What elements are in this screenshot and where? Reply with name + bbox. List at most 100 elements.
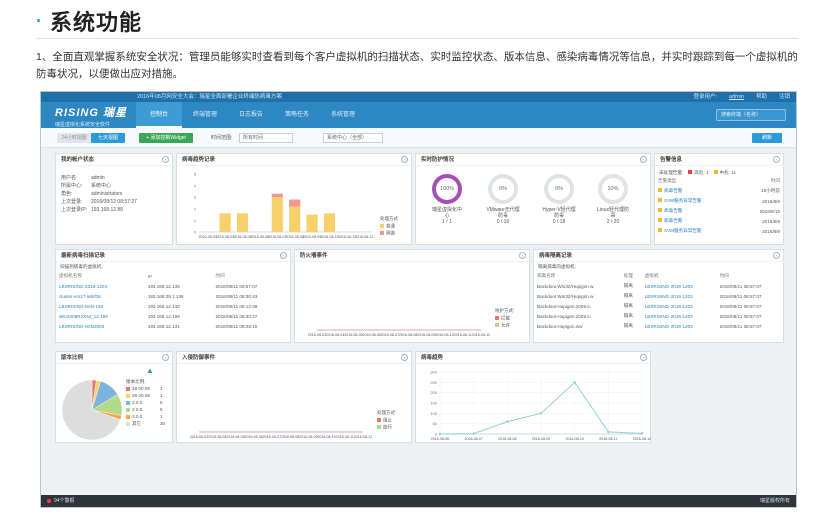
scan-row[interactable]: LBSRISING-WIN2003 193.168.12.131 2016/08/1… bbox=[56, 321, 290, 331]
account-panel: 我的帐户状态 × 用户名: admin 所属中心: 系统中心 角色: administr… bbox=[55, 153, 173, 245]
x-tick-label: 2016-08-03 bbox=[308, 333, 326, 337]
alert-type[interactable]: 病毒告警 bbox=[655, 216, 738, 226]
tab-policy[interactable]: 策略任务 bbox=[274, 102, 320, 128]
app-screenshot: 2016年08月网安全大会：瑞星全面部署企业终端防病毒方案 登录用户: admi… bbox=[40, 91, 797, 508]
account-key: 所属中心: bbox=[61, 183, 83, 189]
data-point bbox=[472, 432, 475, 435]
quarantine-row[interactable]: Backdoor.Hupigon.2009.ic 隔离 LBSRISING-2016… bbox=[534, 311, 783, 321]
alert-type-text: 病毒告警 bbox=[664, 188, 683, 193]
day-view-button[interactable]: 24小时视图 bbox=[57, 133, 91, 143]
virus-trend-chart: 0123452016-08-03 2016-08-04 2016-08-05 2016… bbox=[194, 172, 399, 240]
alerts-row[interactable]: SVM服务异常告警 2016/8/9 bbox=[655, 196, 783, 206]
scan-time: 2016/08/11 08:57:07 bbox=[215, 283, 258, 289]
close-icon[interactable]: × bbox=[401, 156, 408, 163]
alert-type[interactable]: SVM服务异常告警 bbox=[655, 196, 738, 206]
monitor-value: 2 / 20 bbox=[606, 219, 620, 225]
scan-vm-name[interactable]: LBSRISING-WIN-160 bbox=[56, 301, 145, 311]
legend-count: 1 bbox=[160, 393, 163, 398]
scan-row[interactable]: cluster-vm17-a85f36 193.168.29.1.136 2016/… bbox=[56, 291, 290, 301]
login-user-link[interactable]: admin bbox=[729, 92, 744, 102]
progress-ring: 0% bbox=[544, 174, 574, 204]
quarantine-row[interactable]: Backdoor.Win32/Hupigon.w 隔离 LBSRISING-2016… bbox=[534, 281, 783, 291]
x-tick-label: 2016-08-09 bbox=[303, 235, 321, 239]
x-tick-label: 2016-08-12 bbox=[355, 235, 373, 239]
events-chart: 2016-08-03 2016-08-04 2016-08-05 2016-08-06… bbox=[308, 307, 514, 337]
x-tick-label: 2016-08-06 bbox=[251, 235, 269, 239]
close-icon[interactable]: × bbox=[640, 156, 647, 163]
console-toolbar: 24小时视图 七天视图 + 添加控制Widget 时间范围: 所有时间 系统中心… bbox=[41, 128, 796, 148]
bak-vm[interactable]: LBSRISING-2016-1203 bbox=[642, 311, 717, 321]
scan-row[interactable]: LBSRISING-WIN-160 193.168.12.140 2016/08/1… bbox=[56, 301, 290, 311]
alerts-row[interactable]: SVM服务异常告警 2016/8/9 bbox=[655, 226, 783, 236]
close-icon[interactable]: × bbox=[773, 252, 780, 259]
x-tick-label: 2016-08-11 bbox=[338, 235, 356, 239]
quarantine-row[interactable]: Backdoor.Hupigon.ww 隔离 LBSRISING-2016-1203… bbox=[534, 321, 783, 331]
scan-vm-name[interactable]: LBSRISING-WIN2003 bbox=[56, 321, 145, 331]
close-icon[interactable]: × bbox=[162, 354, 169, 361]
tab-system[interactable]: 系统管理 bbox=[320, 102, 366, 128]
intrusion-title-text: 入侵防御事件 bbox=[182, 355, 216, 361]
close-icon[interactable]: × bbox=[773, 156, 780, 163]
week-view-button[interactable]: 七天视图 bbox=[91, 133, 125, 143]
search-input[interactable]: 搜索终端（名称） bbox=[716, 109, 786, 121]
close-icon[interactable]: × bbox=[519, 252, 526, 259]
alerts-row[interactable]: 病毒告警 2016/8/9 bbox=[655, 216, 783, 226]
close-icon[interactable]: × bbox=[401, 354, 408, 361]
protection-monitor[interactable]: 100% 瑞星虚拟化中心 1 / 1 bbox=[430, 174, 464, 226]
scan-vm-name[interactable]: cluster-vm17-a85f36 bbox=[56, 291, 145, 301]
add-widget-button[interactable]: + 添加控制Widget bbox=[139, 133, 193, 143]
quarantine-row[interactable]: Backdoor.Hupigon.2009.ic 隔离 LBSRISING-2016… bbox=[534, 301, 783, 311]
bak-vm[interactable]: LBSRISING-2016-1203 bbox=[642, 321, 717, 331]
bak-action: 隔离 bbox=[623, 293, 633, 298]
protection-monitor[interactable]: 10% Linux轻代理防毒 2 / 20 bbox=[596, 174, 630, 226]
legend-count: 5 bbox=[160, 400, 163, 405]
close-icon[interactable]: × bbox=[640, 354, 647, 361]
close-icon[interactable]: × bbox=[280, 252, 287, 259]
scan-vm-name[interactable]: LBSRISING-2016-1203 bbox=[56, 281, 145, 291]
x-tick-label: 2016-08-10 bbox=[565, 437, 583, 441]
account-panel-title: 我的帐户状态 × bbox=[56, 154, 172, 166]
period-select[interactable]: 所有时间 bbox=[239, 133, 293, 143]
legend-name: 2.0.0. bbox=[132, 407, 144, 412]
bak-vm[interactable]: LBSRISING-2016-1203 bbox=[642, 291, 717, 301]
alert-type-text: 病毒告警 bbox=[664, 208, 683, 213]
refresh-button[interactable]: 刷新 bbox=[752, 133, 782, 143]
bak-vm[interactable]: LBSRISING-2016-1203 bbox=[642, 301, 717, 311]
alert-type[interactable]: 病毒告警 bbox=[655, 186, 738, 196]
virus-line-chart: 0 50 100 150 200 250 300 2016-08-06 2016-08-07 20… bbox=[430, 370, 651, 442]
protection-title-text: 实时防护情况 bbox=[421, 157, 455, 163]
alert-type[interactable]: 病毒告警 bbox=[655, 206, 738, 216]
protection-monitor[interactable]: 0% VMware无代理防毒 0 / 10 bbox=[486, 174, 520, 226]
bar-isolated bbox=[271, 193, 283, 198]
tab-console[interactable]: 控制台 bbox=[136, 102, 182, 128]
alarm-count[interactable]: 94个警报 bbox=[47, 495, 75, 507]
protection-monitor[interactable]: 0% Hyper-V轻代理防毒 0 / 18 bbox=[542, 174, 576, 226]
alert-type-text: SVM服务异常告警 bbox=[664, 228, 702, 233]
help-link[interactable]: 帮助 bbox=[756, 92, 767, 102]
alerts-row[interactable]: 病毒告警 2016/8/10 bbox=[655, 206, 783, 216]
tab-terminal[interactable]: 终端管理 bbox=[182, 102, 228, 128]
y-tick-label: 50 bbox=[433, 421, 438, 426]
alert-type[interactable]: SVM服务异常告警 bbox=[655, 226, 738, 236]
scan-vm-name[interactable]: Win2008R2X64_12.199 bbox=[56, 311, 145, 321]
logout-link[interactable]: 注销 bbox=[779, 92, 790, 102]
alerts-row[interactable]: 病毒告警 15小时前 bbox=[655, 186, 783, 196]
version-pie-chart bbox=[61, 379, 123, 441]
x-tick-label: 2016-08-05 bbox=[233, 235, 251, 239]
tab-logs[interactable]: 日志报告 bbox=[228, 102, 274, 128]
close-icon[interactable]: × bbox=[162, 156, 169, 163]
scan-row[interactable]: Win2008R2X64_12.199 193.168.12.199 2016/08… bbox=[56, 311, 290, 321]
quarantine-row[interactable]: Backdoor.Win32/Hupigon.w 隔离 LBSRISING-2016… bbox=[534, 291, 783, 301]
x-tick-label: 2016-08-05 bbox=[226, 435, 244, 439]
data-point bbox=[640, 432, 644, 435]
legend-label: 允许 bbox=[501, 322, 510, 329]
progress-ring: 10% bbox=[598, 174, 628, 204]
bak-vm[interactable]: LBSRISING-2016-1203 bbox=[642, 281, 717, 291]
alerts-title-text: 告警信息 bbox=[660, 157, 683, 163]
scan-row[interactable]: LBSRISING-2016-1203 193.168.12.135 2016/08… bbox=[56, 281, 290, 291]
version-legend-item: 28.00.08 1 bbox=[126, 392, 165, 399]
quarantine-title-text: 病毒隔离记录 bbox=[539, 253, 573, 259]
recent-quarantine-panel: 病毒隔离记录 × 隔离病毒的虚拟机: 病毒名称 处理 虚拟机 时间 Backdoo… bbox=[533, 249, 784, 343]
center-select[interactable]: 系统中心（全部） bbox=[323, 133, 383, 143]
account-row: 角色: administrators bbox=[56, 190, 172, 198]
